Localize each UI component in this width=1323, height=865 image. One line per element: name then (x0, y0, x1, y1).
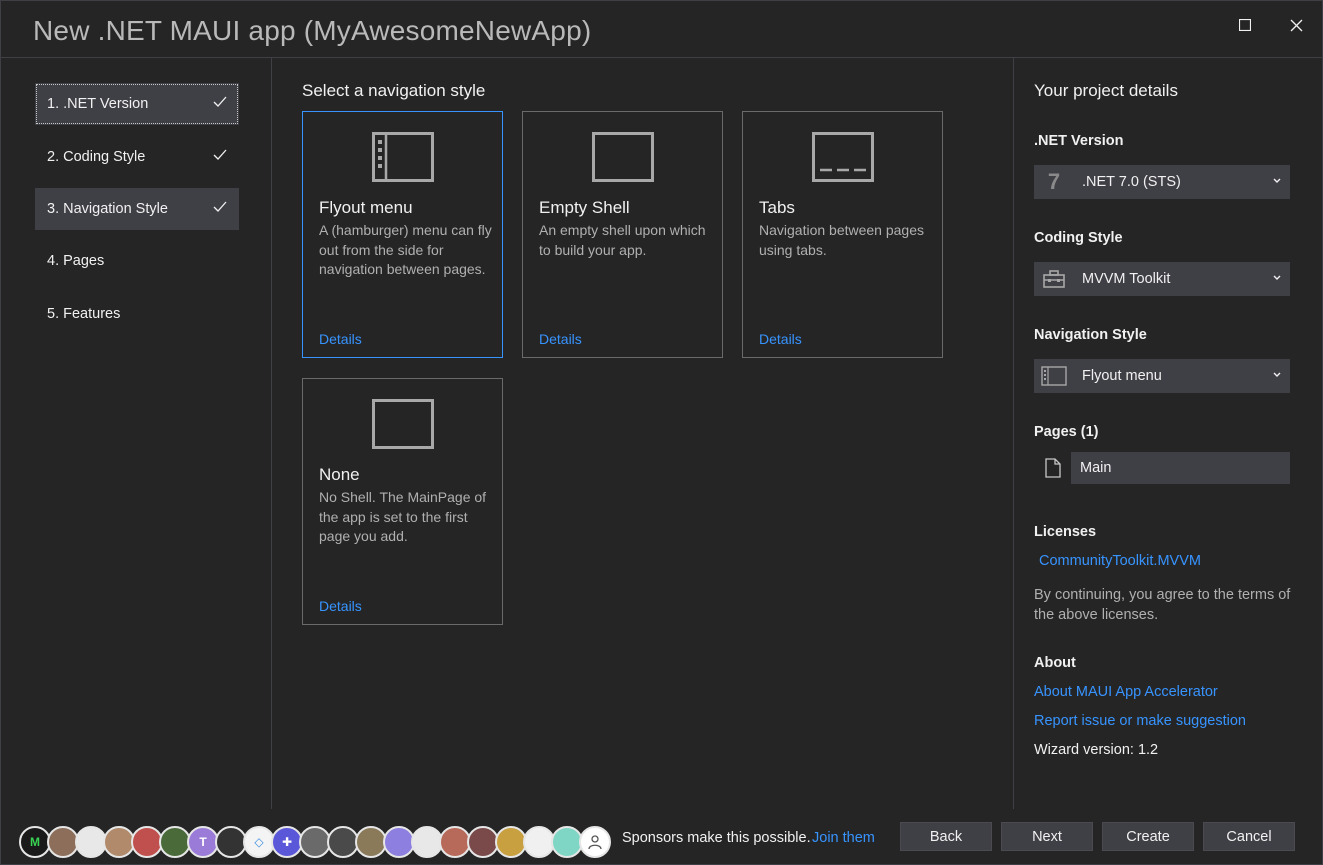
create-button[interactable]: Create (1102, 822, 1194, 851)
toolbox-icon (1034, 270, 1074, 288)
checkmark-icon (213, 149, 227, 160)
step-features[interactable]: 5. Features (35, 293, 239, 335)
project-details-panel: Your project details .NET Version 7 .NET… (1015, 58, 1323, 809)
join-link[interactable]: Join them (812, 830, 875, 846)
step-label: 3. Navigation Style (47, 201, 168, 217)
step-net-version[interactable]: 1. .NET Version (35, 83, 239, 125)
step-pages[interactable]: 4. Pages (35, 240, 239, 282)
coding-style-dropdown[interactable]: MVVM Toolkit (1034, 262, 1290, 296)
option-card-none[interactable]: None No Shell. The MainPage of the app i… (302, 378, 503, 625)
option-card-empty-shell[interactable]: Empty Shell An empty shell upon which to… (522, 111, 723, 358)
details-link[interactable]: Details (539, 331, 582, 347)
tabs-icon (812, 132, 874, 182)
none-icon (372, 399, 434, 449)
wizard-window: New .NET MAUI app (MyAwesomeNewApp) 1. .… (0, 0, 1323, 865)
details-link[interactable]: Details (319, 598, 362, 614)
cancel-button[interactable]: Cancel (1203, 822, 1295, 851)
close-icon (1290, 19, 1302, 31)
section-heading: Select a navigation style (302, 81, 486, 100)
license-link[interactable]: CommunityToolkit.MVVM (1039, 553, 1201, 569)
close-button[interactable] (1278, 11, 1314, 39)
checkmark-icon (213, 201, 227, 212)
about-label: About (1034, 655, 1076, 671)
license-terms-line2: the above licenses. (1034, 607, 1159, 623)
navigation-style-panel: Select a navigation style Flyout menu A … (273, 58, 1014, 809)
wizard-version: Wizard version: 1.2 (1034, 742, 1159, 758)
net-version-label: .NET Version (1034, 133, 1124, 149)
step-label: 5. Features (47, 306, 121, 322)
step-label: 4. Pages (47, 253, 105, 269)
license-terms-line1: By continuing, you agree to the terms of (1034, 587, 1291, 603)
details-link[interactable]: Details (319, 331, 362, 347)
wizard-steps: 1. .NET Version 2. Coding Style 3. Navig… (1, 58, 272, 809)
sponsor-avatar-placeholder[interactable] (579, 826, 611, 858)
back-button[interactable]: Back (900, 822, 992, 851)
chevron-down-icon (1273, 275, 1281, 280)
report-issue-link[interactable]: Report issue or make suggestion (1034, 713, 1246, 729)
details-link[interactable]: Details (759, 331, 802, 347)
coding-style-label: Coding Style (1034, 230, 1123, 246)
option-description: No Shell. The MainPage of the app is set… (319, 489, 487, 544)
net-version-icon: 7 (1047, 169, 1061, 194)
sponsor-text: Sponsors make this possible. (622, 830, 811, 846)
net-version-value: .NET 7.0 (STS) (1082, 174, 1181, 190)
net-version-dropdown[interactable]: 7 .NET 7.0 (STS) (1034, 165, 1290, 199)
title-bar: New .NET MAUI app (MyAwesomeNewApp) (1, 1, 1322, 58)
licenses-label: Licenses (1034, 524, 1097, 540)
flyout-menu-icon (1034, 366, 1074, 386)
project-details-title: Your project details (1034, 81, 1178, 100)
option-description: Navigation between pages using tabs. (759, 222, 925, 258)
navigation-style-dropdown[interactable]: Flyout menu (1034, 359, 1290, 393)
next-button[interactable]: Next (1001, 822, 1093, 851)
user-icon (588, 835, 602, 850)
option-description: An empty shell upon which to build your … (539, 222, 706, 258)
pages-label: Pages (1) (1034, 424, 1099, 440)
step-label: 1. .NET Version (47, 96, 149, 112)
window-title: New .NET MAUI app (MyAwesomeNewApp) (33, 15, 592, 46)
option-description: A (hamburger) menu can fly out from the … (319, 222, 492, 277)
maximize-icon (1239, 19, 1251, 31)
chevron-down-icon (1273, 372, 1281, 377)
coding-style-value: MVVM Toolkit (1082, 271, 1171, 287)
step-label: 2. Coding Style (47, 149, 146, 165)
page-icon (1045, 458, 1061, 478)
option-name: None (319, 465, 360, 484)
navigation-style-value: Flyout menu (1082, 368, 1162, 384)
about-link[interactable]: About MAUI App Accelerator (1034, 684, 1218, 700)
page-name: Main (1080, 460, 1112, 476)
chevron-down-icon (1273, 178, 1281, 183)
maximize-button[interactable] (1227, 11, 1263, 39)
checkmark-icon (213, 96, 227, 107)
flyout-menu-icon (372, 132, 434, 182)
option-name: Empty Shell (539, 198, 630, 217)
option-name: Flyout menu (319, 198, 413, 217)
page-item-main[interactable]: Main (1071, 452, 1290, 484)
option-card-flyout[interactable]: Flyout menu A (hamburger) menu can fly o… (302, 111, 503, 358)
step-coding-style[interactable]: 2. Coding Style (35, 136, 239, 178)
navigation-style-label: Navigation Style (1034, 327, 1147, 343)
option-name: Tabs (759, 198, 795, 217)
step-navigation-style[interactable]: 3. Navigation Style (35, 188, 239, 230)
empty-shell-icon (592, 132, 654, 182)
footer-bar: M T ◇ ✚ Sponsors make this possible. Joi… (1, 809, 1323, 865)
option-card-tabs[interactable]: Tabs Navigation between pages using tabs… (742, 111, 943, 358)
